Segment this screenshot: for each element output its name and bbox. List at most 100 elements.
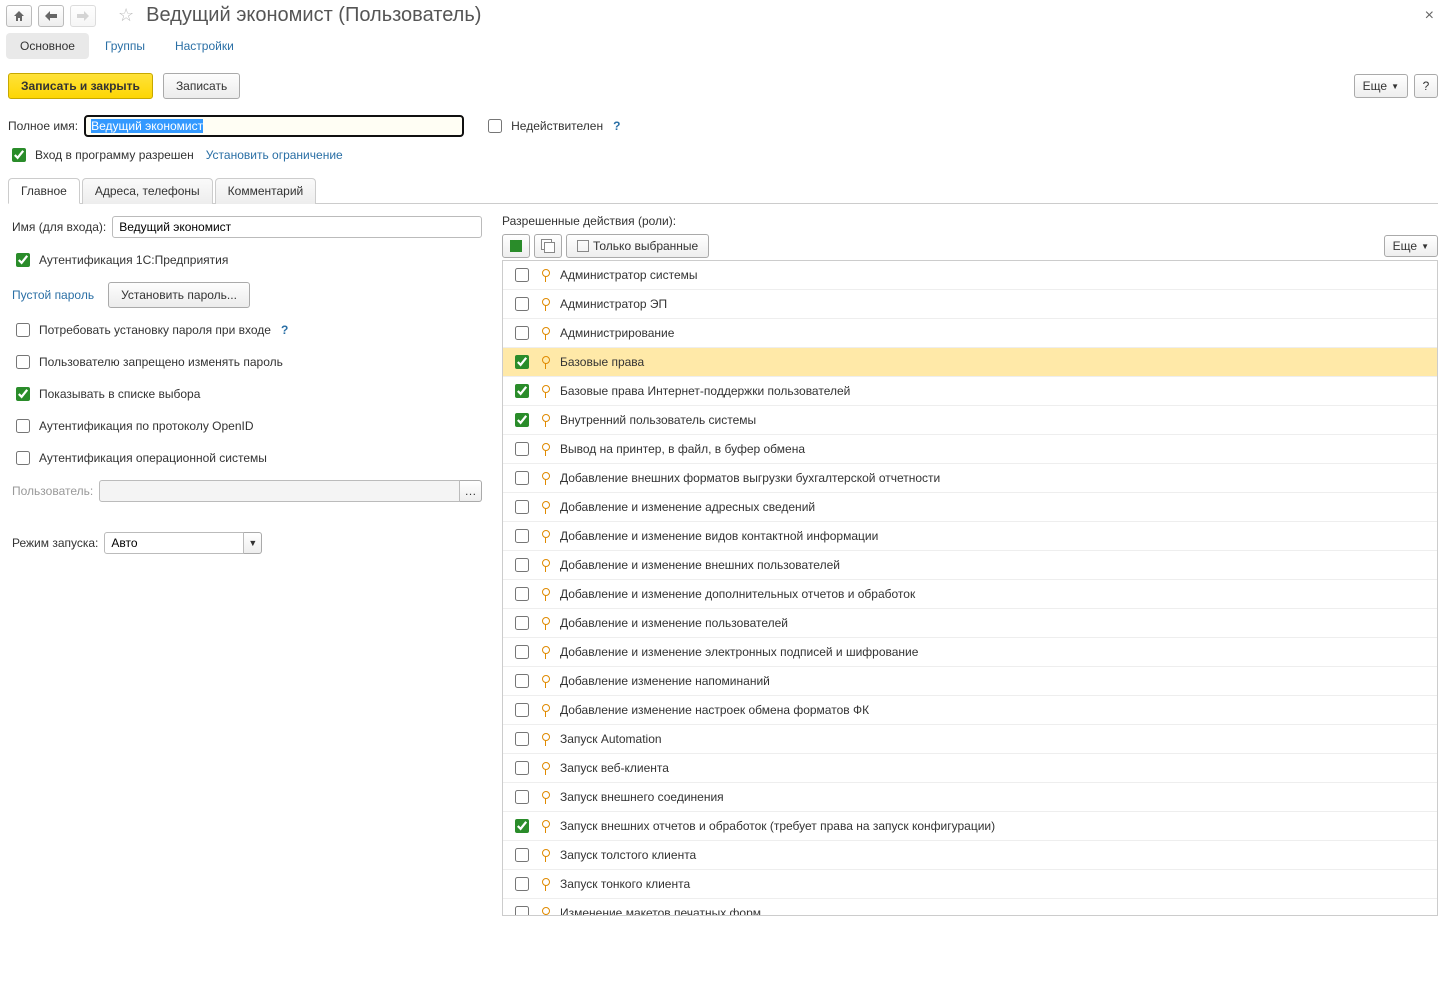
role-row[interactable]: Базовые права Интернет-поддержки пользов… [503,377,1437,406]
role-checkbox[interactable] [515,529,529,543]
role-checkbox[interactable] [515,732,529,746]
role-checkbox[interactable] [515,268,529,282]
role-checkbox[interactable] [515,355,529,369]
auth-os-wrap[interactable]: Аутентификация операционной системы [12,448,267,468]
role-checkbox[interactable] [515,500,529,514]
role-row[interactable]: Запуск тонкого клиента [503,870,1437,899]
section-nav-groups[interactable]: Группы [91,33,159,59]
role-checkbox[interactable] [515,906,529,916]
roles-more-button[interactable]: Еще ▼ [1384,235,1438,257]
role-row[interactable]: Добавление и изменение видов контактной … [503,522,1437,551]
role-checkbox[interactable] [515,384,529,398]
forbid-pwd-change-checkbox[interactable] [16,355,30,369]
show-in-list-wrap[interactable]: Показывать в списке выбора [12,384,200,404]
role-row[interactable]: Добавление изменение напоминаний [503,667,1437,696]
help-button[interactable]: ? [1414,74,1438,98]
role-row[interactable]: Добавление изменение настроек обмена фор… [503,696,1437,725]
role-checkbox[interactable] [515,616,529,630]
tab-comment[interactable]: Комментарий [215,178,317,204]
roles-list[interactable]: Администратор системы Администратор ЭП Адм… [502,260,1438,916]
role-row[interactable]: Добавление и изменение адресных сведений [503,493,1437,522]
inactive-help-icon[interactable]: ? [613,119,620,133]
role-row[interactable]: Администратор ЭП [503,290,1437,319]
role-row[interactable]: Администрирование [503,319,1437,348]
inactive-checkbox[interactable] [488,119,502,133]
inactive-checkbox-wrap[interactable]: Недействителен [484,116,603,136]
role-row[interactable]: Администратор системы [503,261,1437,290]
auth-1c-checkbox-wrap[interactable]: Аутентификация 1С:Предприятия [12,250,228,270]
forbid-pwd-change-wrap[interactable]: Пользователю запрещено изменять пароль [12,352,283,372]
more-button[interactable]: Еще ▼ [1354,74,1408,98]
role-row[interactable]: Добавление и изменение пользователей [503,609,1437,638]
role-row[interactable]: Запуск веб-клиента [503,754,1437,783]
save-button[interactable]: Записать [163,73,240,99]
login-name-input[interactable] [112,216,482,238]
require-pwd-help-icon[interactable]: ? [281,323,288,337]
role-checkbox[interactable] [515,471,529,485]
role-checkbox[interactable] [515,877,529,891]
show-in-list-checkbox[interactable] [16,387,30,401]
role-checkbox[interactable] [515,326,529,340]
login-allowed-checkbox[interactable] [12,148,26,162]
full-name-input[interactable] [84,115,464,137]
auth-1c-checkbox[interactable] [16,253,30,267]
close-button[interactable]: × [1419,7,1440,25]
chevron-down-icon: ▼ [1391,82,1399,91]
arrow-right-icon [76,11,90,21]
role-row[interactable]: Базовые права [503,348,1437,377]
role-row[interactable]: Вывод на принтер, в файл, в буфер обмена [503,435,1437,464]
role-row[interactable]: Запуск внешних отчетов и обработок (треб… [503,812,1437,841]
role-row[interactable]: Добавление и изменение дополнительных от… [503,580,1437,609]
role-row[interactable]: Запуск внешнего соединения [503,783,1437,812]
role-label: Вывод на принтер, в файл, в буфер обмена [560,442,805,456]
role-checkbox[interactable] [515,703,529,717]
save-and-close-button[interactable]: Записать и закрыть [8,73,153,99]
role-row[interactable]: Запуск Automation [503,725,1437,754]
require-pwd-change-wrap[interactable]: Потребовать установку пароля при входе [12,320,271,340]
role-checkbox[interactable] [515,645,529,659]
tab-addresses[interactable]: Адреса, телефоны [82,178,213,204]
tab-main[interactable]: Главное [8,178,80,204]
set-password-button[interactable]: Установить пароль... [108,282,250,308]
roles-check-all-button[interactable] [502,234,530,258]
role-label: Администратор ЭП [560,297,667,311]
role-checkbox[interactable] [515,297,529,311]
role-checkbox[interactable] [515,848,529,862]
roles-only-selected-button[interactable]: Только выбранные [566,234,709,258]
role-row[interactable]: Добавление и изменение внешних пользоват… [503,551,1437,580]
role-row[interactable]: Запуск толстого клиента [503,841,1437,870]
role-checkbox[interactable] [515,790,529,804]
full-name-row: Полное имя: Недействителен ? [0,111,1446,141]
role-row[interactable]: Добавление внешних форматов выгрузки бух… [503,464,1437,493]
auth-os-checkbox[interactable] [16,451,30,465]
login-allowed-checkbox-wrap[interactable]: Вход в программу разрешен [8,145,194,165]
home-button[interactable] [6,5,32,27]
login-allowed-label: Вход в программу разрешен [35,148,194,162]
role-checkbox[interactable] [515,442,529,456]
role-row[interactable]: Добавление и изменение электронных подпи… [503,638,1437,667]
role-checkbox[interactable] [515,761,529,775]
roles-uncheck-all-button[interactable] [534,234,562,258]
nav-back-button[interactable] [38,5,64,27]
launch-mode-label: Режим запуска: [12,536,98,550]
section-nav-main[interactable]: Основное [6,33,89,59]
role-row[interactable]: Изменение макетов печатных форм [503,899,1437,916]
set-restriction-link[interactable]: Установить ограничение [206,148,343,162]
favorite-star-icon[interactable]: ☆ [118,5,134,26]
role-row[interactable]: Внутренний пользователь системы [503,406,1437,435]
launch-mode-dropdown-button[interactable]: ▼ [244,532,262,554]
launch-mode-input[interactable] [104,532,244,554]
nav-forward-button[interactable] [70,5,96,27]
empty-password-link[interactable]: Пустой пароль [12,288,94,302]
only-selected-label: Только выбранные [593,239,698,253]
role-checkbox[interactable] [515,587,529,601]
os-user-choose-button[interactable]: … [460,480,482,502]
role-checkbox[interactable] [515,674,529,688]
role-checkbox[interactable] [515,413,529,427]
role-checkbox[interactable] [515,819,529,833]
auth-openid-checkbox[interactable] [16,419,30,433]
require-pwd-change-checkbox[interactable] [16,323,30,337]
section-nav-settings[interactable]: Настройки [161,33,248,59]
role-checkbox[interactable] [515,558,529,572]
auth-openid-wrap[interactable]: Аутентификация по протоколу OpenID [12,416,254,436]
